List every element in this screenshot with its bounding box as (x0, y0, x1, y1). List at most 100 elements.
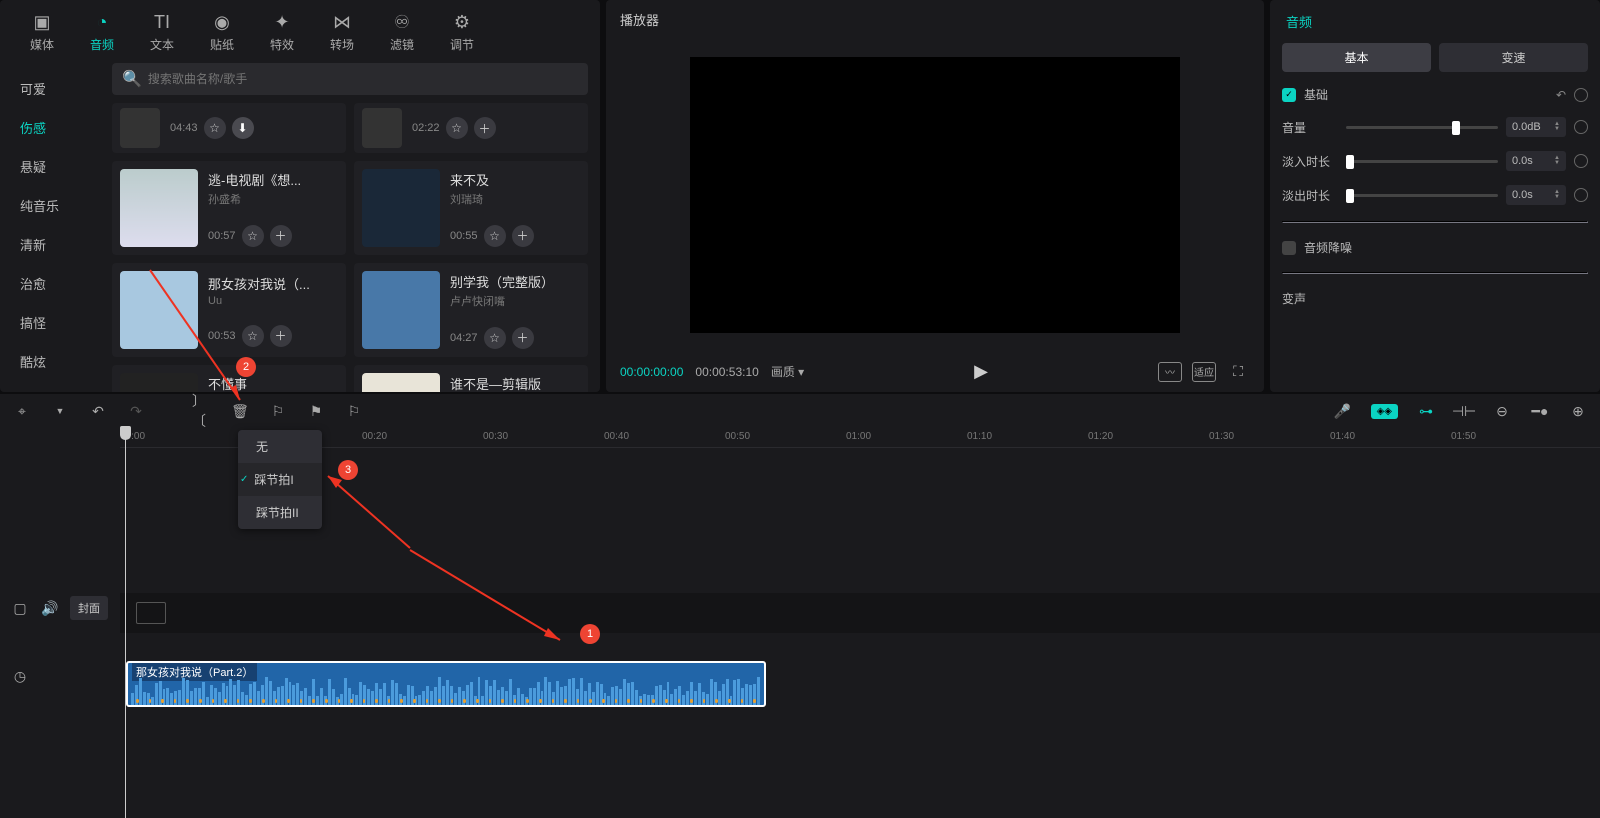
cursor-dropdown-icon[interactable]: ▼ (50, 401, 70, 421)
add-icon[interactable]: ＋ (474, 117, 496, 139)
player-screen[interactable] (690, 57, 1180, 333)
split-icon[interactable]: 〕〔 (192, 401, 212, 421)
zoom-fit-icon[interactable]: ⊕ (1568, 401, 1588, 421)
dropdown-item-beat2[interactable]: 踩节拍II (238, 496, 322, 529)
music-card[interactable]: 谁不是—剪辑版金池00:41☆＋ (354, 365, 588, 392)
music-thumb (120, 108, 160, 148)
beat-marker-icon[interactable]: ⚐ (268, 401, 288, 421)
favorite-icon[interactable]: ☆ (242, 325, 264, 347)
favorite-icon[interactable]: ☆ (204, 117, 226, 139)
fadeout-value[interactable]: 0.0s▲▼ (1506, 185, 1566, 205)
music-artist: 卢卢快闭嘴 (450, 293, 580, 309)
dropdown-item-none[interactable]: 无 (238, 430, 322, 463)
quality-dropdown[interactable]: 画质 ▾ (771, 363, 804, 380)
favorite-icon[interactable]: ☆ (242, 225, 264, 247)
sidebar-item-cool[interactable]: 酷炫 (0, 342, 100, 381)
tab-transition[interactable]: ⋈转场 (312, 4, 372, 59)
transition-icon: ⋈ (330, 10, 354, 34)
cursor-tool-icon[interactable]: ⌖ (12, 401, 32, 421)
redo-icon[interactable]: ↷ (126, 401, 146, 421)
delete-icon[interactable]: 🗑 (230, 401, 250, 421)
media-panel: ▣媒体 ◔音频 TI文本 ◉贴纸 ✦特效 ⋈转场 ♾滤镜 ⚙调节 可爱 伤感 悬… (0, 0, 600, 392)
undo-icon[interactable]: ↶ (1556, 88, 1566, 102)
cover-button[interactable]: 封面 (70, 596, 108, 620)
music-card[interactable]: 别学我（完整版）卢卢快闭嘴04:27☆＋ (354, 263, 588, 357)
tab-text[interactable]: TI文本 (132, 4, 192, 59)
music-card[interactable]: 02:22☆＋ (354, 103, 588, 153)
link-icon[interactable]: ⊶ (1416, 401, 1436, 421)
volume-value[interactable]: 0.0dB▲▼ (1506, 117, 1566, 137)
zoom-slider[interactable]: ━● (1530, 401, 1550, 421)
flag-remove-icon[interactable]: ⚐ (344, 401, 364, 421)
tab-audio[interactable]: ◔音频 (72, 4, 132, 59)
fadein-slider[interactable] (1346, 160, 1498, 163)
tab-basic[interactable]: 基本 (1282, 43, 1431, 72)
music-card[interactable]: 逃-电视剧《想...孙盛希00:57☆＋ (112, 161, 346, 255)
tab-effect[interactable]: ✦特效 (252, 4, 312, 59)
music-thumb (120, 373, 198, 392)
music-thumb (362, 373, 440, 392)
sidebar-item-cute[interactable]: 可爱 (0, 69, 100, 108)
tab-sticker[interactable]: ◉贴纸 (192, 4, 252, 59)
play-button[interactable]: ▶ (974, 361, 988, 382)
search-bar[interactable]: 🔍 (112, 63, 588, 95)
scope-icon[interactable]: 〰 (1158, 362, 1182, 382)
fadeout-slider[interactable] (1346, 194, 1498, 197)
align-icon[interactable]: ⊣⊢ (1454, 401, 1474, 421)
music-card[interactable]: 04:43☆⬇ (112, 103, 346, 153)
timeline-ruler[interactable]: 00:0000:1000:2000:3000:4000:5001:0001:10… (120, 428, 1600, 448)
mic-icon[interactable]: 🎤 (1333, 401, 1353, 421)
fadein-value[interactable]: 0.0s▲▼ (1506, 151, 1566, 171)
zoom-out-icon[interactable]: ⊖ (1492, 401, 1512, 421)
mute-icon[interactable]: 🔊 (40, 598, 60, 618)
reset-icon[interactable] (1574, 120, 1588, 134)
add-icon[interactable]: ＋ (512, 225, 534, 247)
tab-speed[interactable]: 变速 (1439, 43, 1588, 72)
duration-label: 04:27 (450, 332, 478, 344)
add-icon[interactable]: ＋ (512, 327, 534, 349)
basic-checkbox[interactable]: ✓ (1282, 88, 1296, 102)
player-title: 播放器 (606, 0, 1264, 39)
add-icon[interactable]: ＋ (270, 325, 292, 347)
sidebar-item-instrumental[interactable]: 纯音乐 (0, 186, 100, 225)
reset-icon[interactable] (1574, 88, 1588, 102)
sidebar-item-fresh[interactable]: 清新 (0, 225, 100, 264)
favorite-icon[interactable]: ☆ (446, 117, 468, 139)
reset-icon[interactable] (1574, 188, 1588, 202)
undo-icon[interactable]: ↶ (88, 401, 108, 421)
tab-adjust[interactable]: ⚙调节 (432, 4, 492, 59)
sidebar-item-funny[interactable]: 搞怪 (0, 303, 100, 342)
download-icon[interactable]: ⬇ (232, 117, 254, 139)
flag-icon[interactable]: ⚑ (306, 401, 326, 421)
favorite-icon[interactable]: ☆ (484, 225, 506, 247)
add-icon[interactable]: ＋ (270, 225, 292, 247)
duration-label: 00:57 (208, 230, 236, 242)
music-title: 那女孩对我说（... (208, 274, 338, 293)
music-thumb (362, 271, 440, 349)
denoise-checkbox[interactable] (1282, 241, 1296, 255)
tab-filter[interactable]: ♾滤镜 (372, 4, 432, 59)
video-track[interactable] (120, 593, 1600, 633)
beat-dropdown-menu: 无 踩节拍I 踩节拍II (238, 430, 322, 529)
music-thumb (120, 169, 198, 247)
music-card[interactable]: 不懂事吴炳文03:...☆＋ (112, 365, 346, 392)
tab-media[interactable]: ▣媒体 (12, 4, 72, 59)
sidebar-item-sad[interactable]: 伤感 (0, 108, 100, 147)
volume-slider[interactable] (1346, 126, 1498, 129)
sidebar-item-family[interactable]: 亲情 (0, 381, 100, 392)
clock-icon[interactable]: ◷ (10, 666, 30, 686)
magnet-icon[interactable]: ◈◈ (1371, 404, 1398, 419)
lock-icon[interactable]: ▢ (10, 598, 30, 618)
music-card[interactable]: 来不及刘瑞琦00:55☆＋ (354, 161, 588, 255)
search-input[interactable] (148, 72, 578, 86)
sidebar-item-suspense[interactable]: 悬疑 (0, 147, 100, 186)
sidebar-item-healing[interactable]: 治愈 (0, 264, 100, 303)
music-card[interactable]: 那女孩对我说（...Uu00:53☆＋ (112, 263, 346, 357)
fullscreen-icon[interactable]: ⛶ (1226, 362, 1250, 382)
fit-button[interactable]: 适应 (1192, 362, 1216, 382)
favorite-icon[interactable]: ☆ (484, 327, 506, 349)
dropdown-item-beat1[interactable]: 踩节拍I (238, 463, 322, 496)
playhead[interactable] (125, 428, 126, 818)
audio-clip[interactable]: 那女孩对我说（Part.2） (126, 661, 766, 707)
reset-icon[interactable] (1574, 154, 1588, 168)
